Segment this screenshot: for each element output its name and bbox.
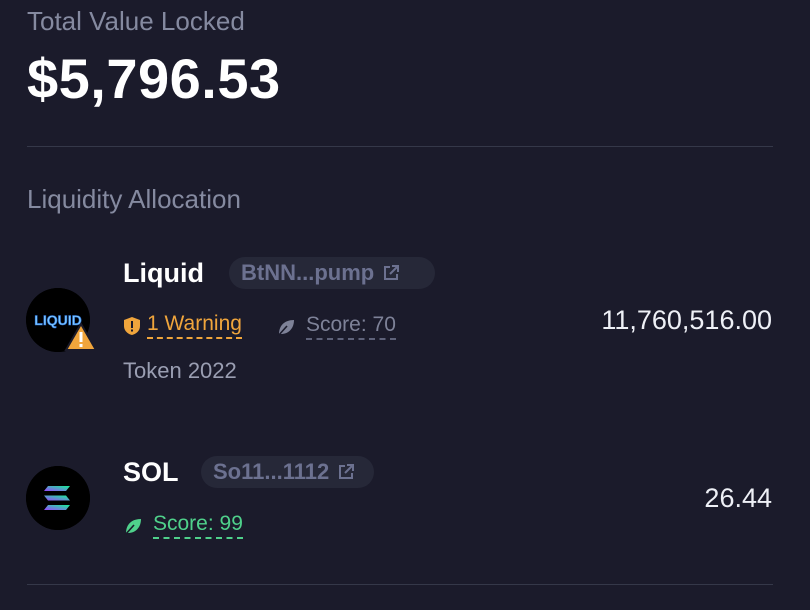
- address-text: BtNN...pump: [241, 260, 375, 285]
- score-badge[interactable]: Score: 70: [276, 313, 396, 340]
- token-amount: 26.44: [704, 483, 772, 513]
- leaf-icon: [277, 319, 294, 337]
- allocation-label: Liquidity Allocation: [27, 184, 241, 214]
- token-name: SOL: [123, 457, 179, 487]
- divider: [27, 584, 773, 585]
- token-name: Liquid: [123, 258, 204, 288]
- score-text: Score: 70: [306, 313, 396, 340]
- warning-triangle-icon: [64, 322, 98, 351]
- address-text: So11...1112: [213, 459, 330, 484]
- external-link-icon[interactable]: [382, 264, 400, 282]
- leaf-icon: [124, 518, 141, 536]
- address-pill[interactable]: So11...1112: [201, 456, 374, 488]
- warning-badge[interactable]: 1 Warning: [123, 312, 242, 339]
- token-amount: 11,760,516.00: [601, 305, 772, 335]
- tvl-value: $5,796.53: [27, 47, 281, 110]
- divider: [27, 146, 773, 147]
- shield-alert-icon: [124, 316, 140, 335]
- score-text: Score: 99: [153, 512, 243, 539]
- token-program: Token 2022: [123, 358, 237, 383]
- solana-logo-icon: [26, 466, 90, 530]
- score-badge[interactable]: Score: 99: [123, 512, 243, 539]
- external-link-icon[interactable]: [337, 463, 355, 481]
- warning-text: 1 Warning: [147, 312, 242, 339]
- address-pill[interactable]: BtNN...pump: [229, 257, 435, 289]
- tvl-label: Total Value Locked: [27, 6, 245, 36]
